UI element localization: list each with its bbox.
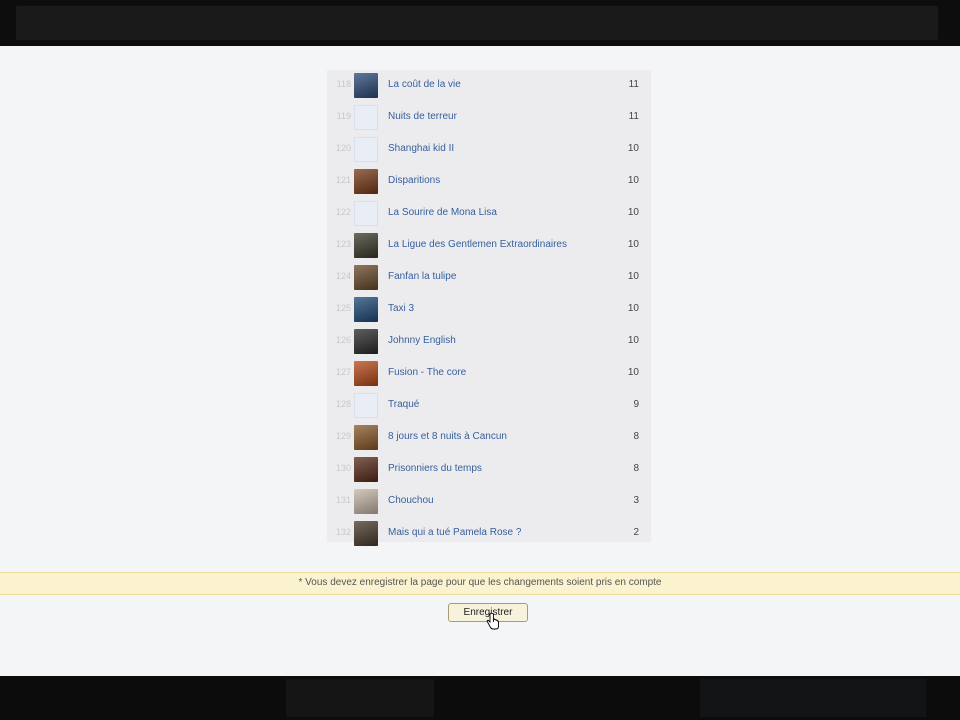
rank-number: 128: [335, 399, 351, 409]
rank-number: 122: [335, 207, 351, 217]
vote-count: 10: [627, 367, 639, 378]
poster-icon[interactable]: [354, 169, 378, 194]
list-item: 130 Prisonniers du temps 8: [327, 454, 651, 486]
movie-title-link[interactable]: Fanfan la tulipe: [388, 271, 456, 282]
rank-number: 125: [335, 303, 351, 313]
list-item: 125 Taxi 3 10: [327, 294, 651, 326]
movie-title-link[interactable]: 8 jours et 8 nuits à Cancun: [388, 431, 507, 442]
vote-count: 8: [633, 463, 639, 474]
vote-count: 10: [627, 175, 639, 186]
blank-poster-icon[interactable]: [354, 201, 378, 226]
rank-number: 124: [335, 271, 351, 281]
movie-title-link[interactable]: Traqué: [388, 399, 419, 410]
list-item: 121 Disparitions 10: [327, 166, 651, 198]
blank-poster-icon[interactable]: [354, 105, 378, 130]
movie-title-link[interactable]: Taxi 3: [388, 303, 414, 314]
rank-number: 120: [335, 143, 351, 153]
blank-poster-icon[interactable]: [354, 393, 378, 418]
vote-count: 9: [633, 399, 639, 410]
rank-number: 131: [335, 495, 351, 505]
rank-number: 129: [335, 431, 351, 441]
rank-number: 126: [335, 335, 351, 345]
movie-title-link[interactable]: Fusion - The core: [388, 367, 466, 378]
bottom-bar: [0, 676, 960, 720]
list-item: 120 Shanghai kid II 10: [327, 134, 651, 166]
vote-count: 10: [627, 303, 639, 314]
movie-title-link[interactable]: Nuits de terreur: [388, 111, 457, 122]
list-item: 128 Traqué 9: [327, 390, 651, 422]
list-item: 122 La Sourire de Mona Lisa 10: [327, 198, 651, 230]
bottom-banner-right: [700, 679, 926, 717]
movie-title-link[interactable]: Prisonniers du temps: [388, 463, 482, 474]
poster-icon[interactable]: [354, 361, 378, 386]
poster-icon[interactable]: [354, 425, 378, 450]
poster-icon[interactable]: [354, 457, 378, 482]
vote-count: 11: [628, 111, 639, 122]
poster-icon[interactable]: [354, 73, 378, 98]
vote-count: 10: [627, 239, 639, 250]
hand-cursor-icon: [486, 613, 499, 630]
list-item: 126 Johnny English 10: [327, 326, 651, 358]
vote-count: 10: [627, 143, 639, 154]
top-bar: [0, 0, 960, 46]
movie-title-link[interactable]: Johnny English: [388, 335, 456, 346]
vote-count: 10: [627, 335, 639, 346]
poster-icon[interactable]: [354, 489, 378, 514]
save-notice: * Vous devez enregistrer la page pour qu…: [0, 572, 960, 595]
poster-icon[interactable]: [354, 329, 378, 354]
movie-title-link[interactable]: Mais qui a tué Pamela Rose ?: [388, 527, 521, 538]
rank-number: 119: [336, 111, 351, 121]
movie-ranking-list: 118 La coût de la vie 11 119 Nuits de terreu…: [327, 70, 651, 546]
header-panel: [16, 6, 938, 40]
poster-icon[interactable]: [354, 265, 378, 290]
vote-count: 11: [628, 79, 639, 90]
poster-icon[interactable]: [354, 233, 378, 258]
movie-title-link[interactable]: Chouchou: [388, 495, 434, 506]
rank-number: 130: [335, 463, 351, 473]
rank-number: 121: [335, 175, 351, 185]
blank-poster-icon[interactable]: [354, 137, 378, 162]
movie-title-link[interactable]: La Ligue des Gentlemen Extraordinaires: [388, 239, 567, 250]
list-item: 124 Fanfan la tulipe 10: [327, 262, 651, 294]
rank-number: 132: [335, 527, 351, 537]
list-item: 132 Mais qui a tué Pamela Rose ? 2: [327, 518, 651, 550]
movie-title-link[interactable]: La Sourire de Mona Lisa: [388, 207, 497, 218]
list-item: 118 La coût de la vie 11: [327, 70, 651, 102]
movie-title-link[interactable]: Shanghai kid II: [388, 143, 454, 154]
vote-count: 10: [627, 271, 639, 282]
poster-icon[interactable]: [354, 521, 378, 546]
rank-number: 118: [336, 79, 351, 89]
vote-count: 8: [633, 431, 639, 442]
movie-title-link[interactable]: La coût de la vie: [388, 79, 461, 90]
rank-number: 123: [335, 239, 351, 249]
vote-count: 3: [633, 495, 639, 506]
list-item: 131 Chouchou 3: [327, 486, 651, 518]
save-notice-text: * Vous devez enregistrer la page pour qu…: [298, 577, 662, 588]
vote-count: 10: [627, 207, 639, 218]
bottom-banner-left: [286, 679, 434, 717]
list-item: 129 8 jours et 8 nuits à Cancun 8: [327, 422, 651, 454]
list-item: 123 La Ligue des Gentlemen Extraordinaire…: [327, 230, 651, 262]
vote-count: 2: [633, 527, 639, 538]
rank-number: 127: [335, 367, 351, 377]
movie-title-link[interactable]: Disparitions: [388, 175, 440, 186]
list-item: 127 Fusion - The core 10: [327, 358, 651, 390]
poster-icon[interactable]: [354, 297, 378, 322]
list-item: 119 Nuits de terreur 11: [327, 102, 651, 134]
